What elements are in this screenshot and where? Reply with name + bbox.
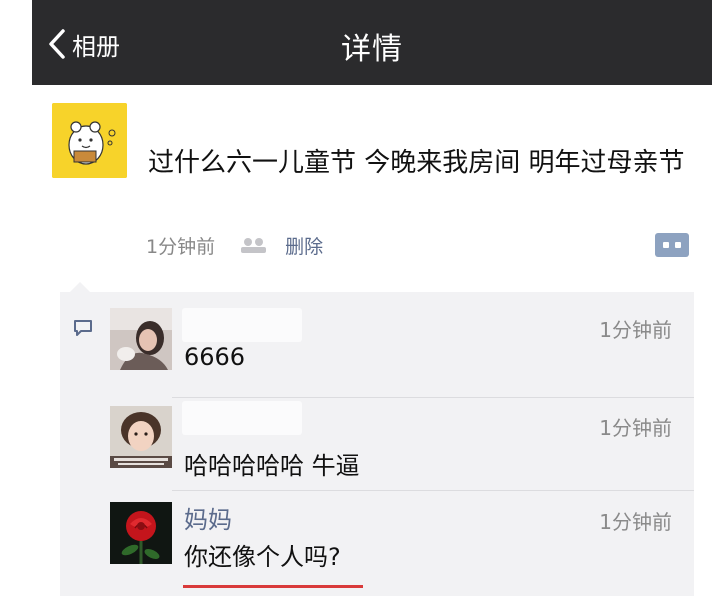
comment-text: 你还像个人吗? bbox=[184, 543, 341, 571]
comment-text: 哈哈哈哈哈 牛逼 bbox=[184, 452, 360, 480]
panel-pointer bbox=[70, 282, 90, 292]
comment-item: 6666 1分钟前 bbox=[60, 300, 694, 400]
photo-avatar-icon bbox=[110, 308, 172, 370]
comment-text: 6666 bbox=[184, 343, 246, 371]
comment-item: 妈妈 你还像个人吗? 1分钟前 bbox=[60, 492, 694, 592]
post-text: 过什么六一儿童节 今晚来我房间 明年过母亲节 bbox=[148, 148, 685, 178]
commenter-avatar[interactable] bbox=[110, 308, 172, 370]
dot-icon bbox=[663, 242, 669, 248]
rose-avatar-icon bbox=[110, 502, 172, 564]
commenter-avatar[interactable] bbox=[110, 502, 172, 564]
people-icon bbox=[241, 238, 267, 253]
post-author-avatar[interactable] bbox=[52, 103, 127, 178]
divider bbox=[172, 490, 694, 491]
highlight-underline bbox=[183, 585, 363, 588]
blurred-name bbox=[182, 401, 302, 435]
comment-time: 1分钟前 bbox=[599, 416, 672, 440]
delete-link[interactable]: 删除 bbox=[285, 232, 323, 259]
post-time: 1分钟前 bbox=[146, 235, 216, 258]
comment-like-button[interactable] bbox=[655, 233, 689, 257]
commenter-name[interactable]: 妈妈 bbox=[184, 500, 232, 535]
comment-time: 1分钟前 bbox=[599, 318, 672, 342]
blurred-name bbox=[182, 308, 302, 342]
page-title: 详情 bbox=[341, 32, 403, 67]
post-meta: 1分钟前 删除 bbox=[146, 231, 323, 259]
commenter-avatar[interactable] bbox=[110, 406, 172, 468]
photo-avatar-icon bbox=[110, 406, 172, 468]
comment-item: 哈哈哈哈哈 牛逼 1分钟前 bbox=[60, 398, 694, 493]
comment-time: 1分钟前 bbox=[599, 510, 672, 534]
bear-avatar-icon bbox=[52, 103, 127, 178]
top-navbar: 相册 详情 bbox=[32, 0, 712, 85]
dot-icon bbox=[675, 242, 681, 248]
moments-detail-screen: 相册 详情 过什么六一儿童节 今晚来我房间 明年过母亲节 1分钟前 删除 666… bbox=[0, 0, 727, 596]
